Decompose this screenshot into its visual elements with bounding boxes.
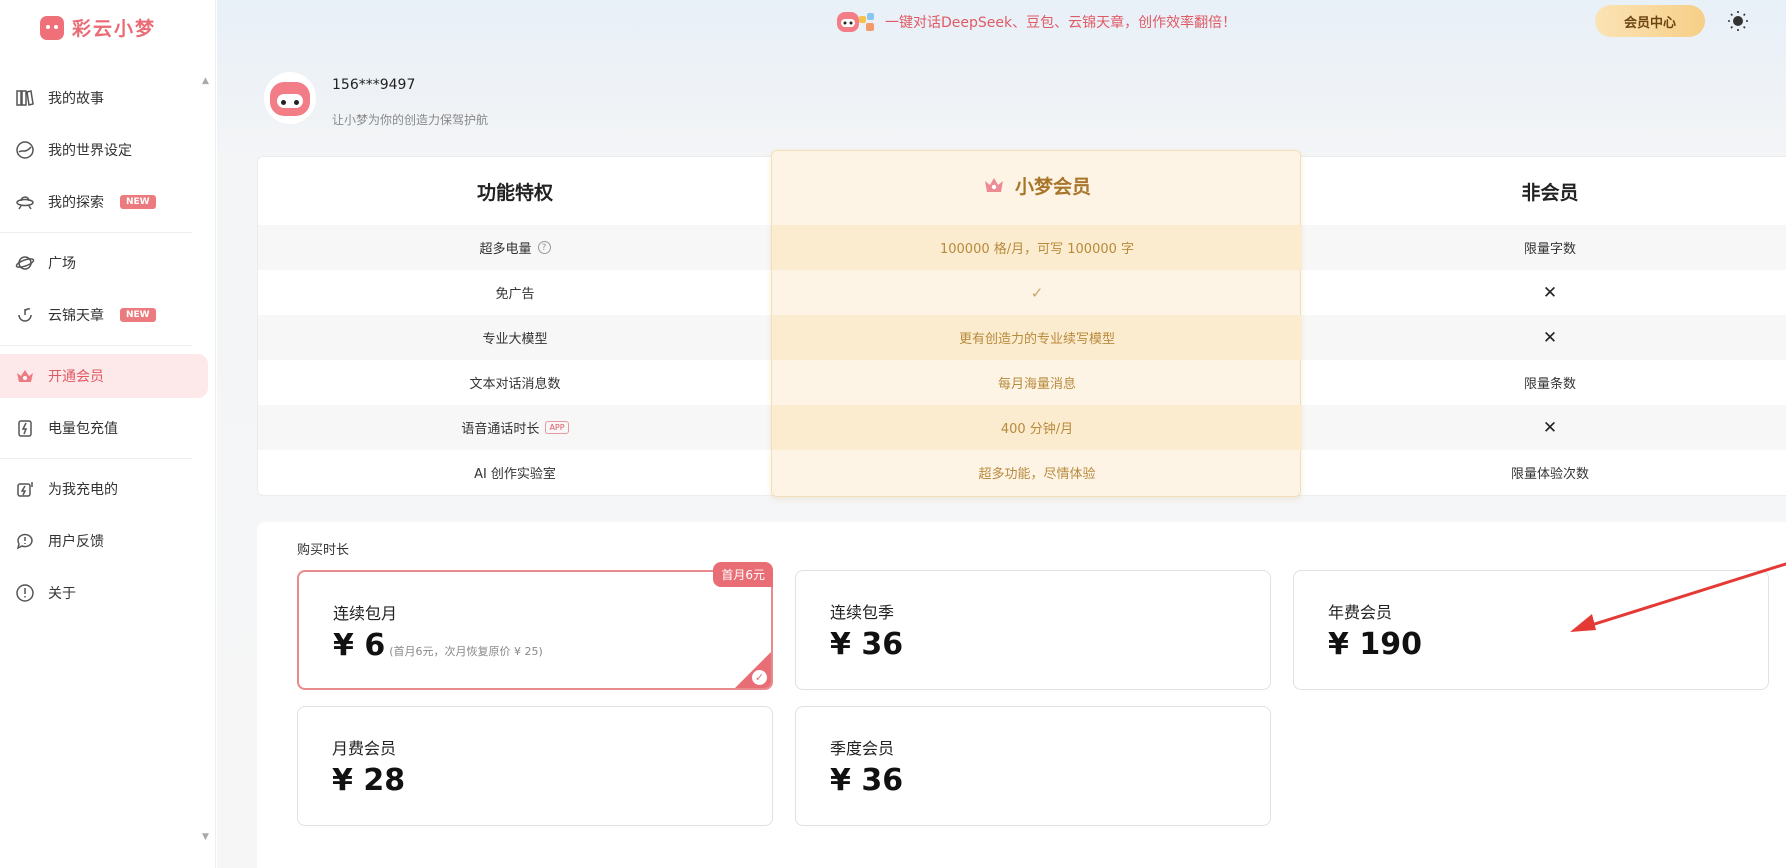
member-value: 100000 格/月，可写 100000 字 [772, 225, 1302, 270]
header-feature: 功能特权 [476, 181, 553, 204]
plan-card-monthly[interactable]: 月费会员 ¥ 28 [297, 706, 773, 826]
scroll-down-icon[interactable]: ▼ [202, 832, 209, 842]
plan-card-quarterly[interactable]: 季度会员 ¥ 36 [795, 706, 1271, 826]
avatar[interactable] [264, 72, 316, 124]
sidebar-item-plaza[interactable]: 广场 [0, 241, 208, 285]
member-value: 每月海量消息 [997, 377, 1076, 392]
sidebar-item-about[interactable]: 关于 [0, 571, 208, 615]
plan-price: ¥ 28 [332, 763, 406, 798]
feature-name: 免广告 [495, 287, 535, 302]
member-value: 超多功能，尽情体验 [978, 467, 1096, 482]
header-member: 小梦会员 [1014, 175, 1091, 198]
user-profile: 156***9497 让小梦为你的创造力保驾护航 [264, 72, 488, 128]
check-icon: ✓ [1030, 283, 1044, 302]
sidebar: 彩云小梦 ▲ 我的故事 我的世界设定 我的探索 NEW 广场 云锦天章 NEW … [0, 0, 216, 868]
sidebar-item-label: 我的世界设定 [48, 143, 132, 159]
plan-price: ¥ 36 [830, 763, 904, 798]
sidebar-item-power-recharge[interactable]: 电量包充值 [0, 406, 208, 450]
cross-icon: ✕ [1542, 327, 1558, 348]
sidebar-nav: 我的故事 我的世界设定 我的探索 NEW 广场 云锦天章 NEW 开通会员 电量… [0, 68, 216, 623]
sidebar-item-my-stories[interactable]: 我的故事 [0, 76, 208, 120]
sidebar-divider [0, 458, 192, 459]
plan-name: 连续包月 [333, 604, 398, 623]
non-member-value: 限量字数 [1523, 242, 1576, 257]
sidebar-item-charged-me[interactable]: 为我充电的 [0, 467, 208, 511]
sidebar-item-label: 电量包充值 [48, 421, 118, 437]
member-center-button[interactable]: 会员中心 [1595, 5, 1705, 37]
member-value: 更有创造力的专业续写模型 [772, 315, 1302, 360]
plan-price: ¥ 190 [1328, 627, 1422, 662]
top-bar: 一键对话DeepSeek、豆包、云锦天章，创作效率翻倍！ 会员中心 [217, 0, 1786, 44]
plan-price-note: (首月6元，次月恢复原价 ¥ 25) [389, 645, 543, 658]
plan-name: 月费会员 [332, 739, 397, 758]
sprout-icon [14, 304, 36, 326]
feature-name: AI 创作实验室 [474, 467, 556, 482]
sidebar-item-label: 云锦天章 [48, 308, 104, 324]
plan-name: 连续包季 [830, 603, 895, 622]
theme-toggle-icon[interactable] [1727, 10, 1749, 32]
plan-card-monthly-auto[interactable]: 首月6元 连续包月 ¥ 6 (首月6元，次月恢复原价 ¥ 25) ✓ [297, 562, 773, 690]
sidebar-item-label: 用户反馈 [48, 534, 104, 550]
feature-name: 专业大模型 [482, 332, 548, 347]
logo-icon [40, 15, 64, 40]
plan-name: 季度会员 [830, 739, 895, 758]
sidebar-item-yunjin[interactable]: 云锦天章 NEW [0, 293, 208, 337]
info-icon [14, 582, 36, 604]
sidebar-divider [0, 345, 192, 346]
non-member-value: 限量条数 [1523, 377, 1576, 392]
feature-name: 超多电量 [479, 242, 532, 257]
plan-price: ¥ 36 [830, 627, 904, 662]
battery-icon [14, 417, 36, 439]
sidebar-divider [0, 232, 192, 233]
member-column-title: 小梦会员 [772, 151, 1302, 219]
sidebar-item-my-explore[interactable]: 我的探索 NEW [0, 180, 208, 224]
feature-name: 文本对话消息数 [469, 377, 561, 392]
sidebar-item-world-setting[interactable]: 我的世界设定 [0, 128, 208, 172]
help-icon[interactable]: ? [537, 241, 551, 254]
user-phone: 156***9497 [332, 77, 416, 93]
mascot-icon [835, 8, 879, 36]
sidebar-item-label: 广场 [48, 256, 76, 272]
charge-icon [14, 478, 36, 500]
sidebar-item-label: 开通会员 [48, 369, 104, 385]
new-badge: NEW [120, 195, 156, 209]
ufo-icon [14, 191, 36, 213]
sidebar-item-label: 为我充电的 [48, 482, 118, 498]
globe-icon [14, 139, 36, 161]
feature-name: 语音通话时长 [461, 422, 540, 437]
sidebar-item-label: 我的故事 [48, 91, 104, 107]
sidebar-item-membership[interactable]: 开通会员 [0, 354, 208, 398]
cross-icon: ✕ [1542, 282, 1558, 303]
main-content: 一键对话DeepSeek、豆包、云锦天章，创作效率翻倍！ 会员中心 156***… [217, 0, 1786, 868]
promo-banner[interactable]: 一键对话DeepSeek、豆包、云锦天章，创作效率翻倍！ [835, 8, 1236, 36]
user-tagline: 让小梦为你的创造力保驾护航 [332, 113, 489, 127]
first-month-badge: 首月6元 [713, 562, 773, 587]
app-name: 彩云小梦 [72, 18, 157, 40]
cross-icon: ✕ [1542, 417, 1558, 438]
sidebar-item-label: 我的探索 [48, 195, 104, 211]
planet-icon [14, 252, 36, 274]
crown-icon [984, 178, 1003, 192]
books-icon [14, 87, 36, 109]
crown-icon [14, 365, 36, 387]
plan-price: ¥ 6 [333, 628, 386, 663]
non-member-value: 限量体验次数 [1510, 467, 1589, 482]
annotation-arrow-icon [1570, 562, 1786, 632]
sidebar-item-label: 关于 [48, 586, 76, 602]
plan-card-quarterly-auto[interactable]: 连续包季 ¥ 36 [795, 570, 1271, 690]
member-value: 400 分钟/月 [772, 405, 1302, 450]
app-logo[interactable]: 彩云小梦 [40, 14, 156, 41]
purchase-title: 购买时长 [297, 543, 350, 558]
selected-check-icon: ✓ [735, 652, 771, 688]
new-badge: NEW [120, 308, 156, 322]
member-column: 小梦会员 100000 格/月，可写 100000 字 ✓ 更有创造力的专业续写… [771, 150, 1302, 497]
promo-text: 一键对话DeepSeek、豆包、云锦天章，创作效率翻倍！ [885, 15, 1237, 31]
header-non-member: 非会员 [1521, 181, 1579, 204]
mascot-icon [270, 82, 310, 116]
app-tag: APP [545, 421, 569, 434]
plan-name: 年费会员 [1328, 603, 1393, 622]
sidebar-item-feedback[interactable]: 用户反馈 [0, 519, 208, 563]
feedback-icon [14, 530, 36, 552]
